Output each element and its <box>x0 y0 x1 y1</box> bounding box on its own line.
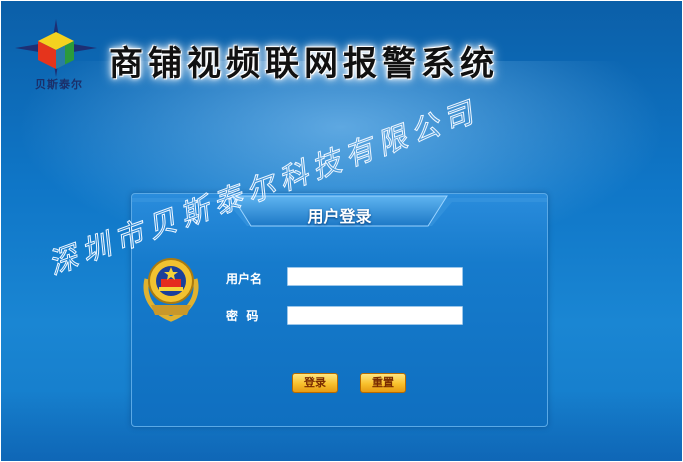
compass-cube-icon <box>15 19 97 77</box>
login-page: 贝斯泰尔 商铺视频联网报警系统 用户登录 用户名 密 码 登录 重置 深圳市贝斯… <box>0 0 683 462</box>
login-panel: 用户登录 用户名 密 码 登录 重置 <box>131 193 548 427</box>
username-input[interactable] <box>287 267 463 286</box>
police-emblem-icon <box>137 249 205 325</box>
password-input[interactable] <box>287 306 463 325</box>
company-logo: 贝斯泰尔 <box>11 19 101 97</box>
login-button[interactable]: 登录 <box>292 373 338 393</box>
panel-title: 用户登录 <box>307 207 372 226</box>
password-label: 密 码 <box>226 309 259 323</box>
panel-header: 用户登录 <box>132 194 547 234</box>
system-title: 商铺视频联网报警系统 <box>109 44 499 84</box>
reset-button[interactable]: 重置 <box>360 373 406 393</box>
username-label: 用户名 <box>226 272 263 286</box>
logo-text: 贝斯泰尔 <box>35 78 83 91</box>
